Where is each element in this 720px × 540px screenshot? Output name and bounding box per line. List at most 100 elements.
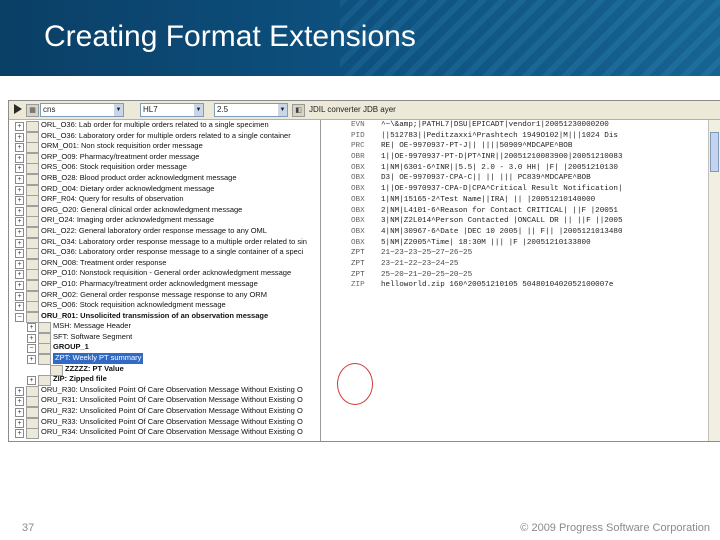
namespace-value: cns bbox=[43, 105, 56, 114]
tree-row-label: ORS_O06: Stock requisition order message bbox=[41, 162, 187, 172]
chevron-down-icon: ▼ bbox=[194, 104, 203, 116]
tree-row[interactable]: ZZZZZ: PT Value bbox=[9, 364, 320, 376]
tree-row-label: ORL_O34: Laboratory order response messa… bbox=[41, 236, 307, 246]
tree-row[interactable]: + ORL_O36: Laboratory order response mess… bbox=[9, 247, 320, 260]
tree-row[interactable]: − ORU_R01: Unsolicited transmission of an… bbox=[9, 311, 320, 323]
tree-row-label: ORG_O20: General clinical order acknowle… bbox=[41, 204, 243, 214]
tree-row-label: ORU_R32: Unsolicited Point Of Care Obser… bbox=[41, 406, 303, 416]
tree-row[interactable]: + ORU_R33: Unsolicited Point Of Care Obse… bbox=[9, 417, 320, 429]
format-select[interactable]: HL7 ▼ bbox=[140, 103, 204, 117]
tree-row-label: ORD_O04: Dietary order acknowledgment me… bbox=[41, 183, 215, 193]
hl7-segment-row: EVN ^~\&amp;|PATHL7|DSU|EPICADT|vendor1|2… bbox=[321, 120, 709, 131]
tree-row[interactable]: + ORP_O10: Pharmacy/treatment order ackno… bbox=[9, 278, 320, 291]
hl7-segment-row: ZPT 25~20~21~20~25~20~25 bbox=[321, 270, 709, 281]
tree-row[interactable]: + ORB_O28: Blood product order acknowledg… bbox=[9, 172, 320, 185]
tree-row-label: SFT: Software Segment bbox=[53, 331, 133, 341]
tree-row[interactable]: + ORU_R34: Unsolicited Point Of Care Obse… bbox=[9, 427, 320, 440]
tree-row[interactable]: + SFT: Software Segment bbox=[9, 331, 320, 344]
tree-row[interactable]: + ZIP: Zipped file bbox=[9, 374, 320, 387]
tree-row-label: ORP_O09: Pharmacy/treatment order messag… bbox=[41, 151, 200, 161]
segment-id: OBR bbox=[351, 153, 365, 162]
tree-row-label: ORU_R30: Unsolicited Point Of Care Obser… bbox=[41, 384, 303, 394]
tree-row[interactable]: + ORS_O06: Stock requisition acknowledgme… bbox=[9, 300, 320, 313]
tree-row[interactable]: + ORF_R04: Query for results of observati… bbox=[9, 194, 320, 207]
segment-id: ZIP bbox=[351, 281, 365, 290]
tree-row-label: ORI_O24: Imaging order acknowledgment me… bbox=[41, 215, 215, 225]
tree-row[interactable]: + ORR_O02: General order response message… bbox=[9, 290, 320, 302]
vertical-scrollbar[interactable] bbox=[708, 120, 720, 441]
tree-row[interactable]: − GROUP_1 bbox=[9, 342, 320, 355]
play-icon[interactable] bbox=[14, 104, 22, 114]
folder-icon[interactable]: ▦ bbox=[26, 104, 39, 117]
segment-content: 21~23~23~25~27~26~25 bbox=[381, 249, 473, 258]
version-select[interactable]: 2.5 ▼ bbox=[214, 103, 288, 117]
segment-id: OBX bbox=[351, 206, 365, 215]
tree-row[interactable]: + ORU_R30: Unsolicited Point Of Care Obse… bbox=[9, 384, 320, 397]
segment-content: ^~\&amp;|PATHL7|DSU|EPICADT|vendor1|2005… bbox=[381, 121, 609, 129]
segment-id: PID bbox=[351, 131, 365, 140]
chevron-down-icon: ▼ bbox=[114, 104, 123, 116]
title-banner: Creating Format Extensions bbox=[0, 0, 720, 76]
hl7-segment-row: PRC RE| OE-9970937-PT-J|| ||||50909^MDCAP… bbox=[321, 141, 709, 152]
tree-row[interactable]: + ORI_O24: Imaging order acknowledgment m… bbox=[9, 215, 320, 228]
tree-row[interactable]: + ORD_O04: Dietary order acknowledgment m… bbox=[9, 183, 320, 196]
tree-row-label: ORS_O06: Stock requisition acknowledgmen… bbox=[41, 300, 226, 310]
chevron-down-icon: ▼ bbox=[278, 104, 287, 116]
segment-content: 23~21~22~23~24~25 bbox=[381, 259, 459, 268]
tree-row-label: ORU_R34: Unsolicited Point Of Care Obser… bbox=[41, 427, 303, 437]
tree-row[interactable]: + ZPT: Weekly PT summary bbox=[9, 353, 320, 366]
tree-row[interactable]: + MSH: Message Header bbox=[9, 321, 320, 334]
hl7-segment-row: OBR 1||OE-9970937-PT-D|PT^INR||2005121008… bbox=[321, 152, 709, 163]
tree-row[interactable]: + ORL_O36: Laboratory order for multiple … bbox=[9, 130, 320, 143]
highlight-circle bbox=[337, 363, 373, 405]
segment-content: 2|NM|L4101-6^Reason for Contact CRITICAL… bbox=[381, 206, 618, 215]
segment-id: OBX bbox=[351, 163, 365, 172]
toolbar: ▦ cns ▼ HL7 ▼ 2.5 ▼ ◧ JDIL converter JDB ay… bbox=[9, 101, 720, 120]
hl7-segment-row: OBX 1|NM|15165-2^Test Name||IRA| || |2005… bbox=[321, 195, 709, 206]
hl7-segment-row: OBX 3|NM|Z2L014^Person Contacted |ONCALL … bbox=[321, 216, 709, 227]
tree-row-label: ORB_O28: Blood product order acknowledgm… bbox=[41, 172, 237, 182]
tree-row[interactable]: + ORG_O20: General clinical order acknowl… bbox=[9, 204, 320, 217]
namespace-select[interactable]: cns ▼ bbox=[40, 103, 124, 117]
segment-content: helloworld.zip 160^20051210105 504801040… bbox=[381, 281, 614, 290]
hl7-segment-row: OBX 2|NM|L4101-6^Reason for Contact CRITI… bbox=[321, 206, 709, 217]
segment-content: 1|NM|6301-6^INR||5.5| 2.0 - 3.0 HH| |F| … bbox=[381, 163, 618, 172]
message-tree: + ORL_O36: Lab order for multiple orders … bbox=[9, 120, 321, 441]
segment-id: ZPT bbox=[351, 249, 365, 258]
tree-row[interactable]: + ORL_O36: Lab order for multiple orders … bbox=[9, 120, 320, 132]
tree-row-label: ORN_O08: Treatment order response bbox=[41, 257, 167, 267]
tree-row[interactable]: + ORS_O06: Stock requisition order messag… bbox=[9, 162, 320, 175]
tree-row[interactable]: + ORM_O01: Non stock requisition order me… bbox=[9, 141, 320, 154]
hl7-segment-row: OBX 4|NM|30967-6^Date |DEC 10 2005| || F|… bbox=[321, 227, 709, 238]
tree-row[interactable]: + ORP_O09: Pharmacy/treatment order messa… bbox=[9, 151, 320, 164]
tree-row-label: MSH: Message Header bbox=[53, 321, 131, 331]
tree-row[interactable]: + ORN_O08: Treatment order response bbox=[9, 257, 320, 270]
hl7-message-view: EVN ^~\&amp;|PATHL7|DSU|EPICADT|vendor1|2… bbox=[321, 120, 709, 441]
scrollbar-thumb[interactable] bbox=[710, 132, 719, 172]
segment-content: 5|NM|Z2005^Time| 18:30M ||| |F |20051210… bbox=[381, 238, 591, 247]
settings-icon[interactable]: ◧ bbox=[292, 104, 305, 117]
hl7-segment-row: OBX 5|NM|Z2005^Time| 18:30M ||| |F |20051… bbox=[321, 238, 709, 249]
tree-row-label: ORL_O22: General laboratory order respon… bbox=[41, 225, 267, 235]
segment-content: 1||OE-9970937-PT-D|PT^INR||2005121008390… bbox=[381, 153, 623, 162]
tree-row-label: GROUP_1 bbox=[53, 342, 89, 352]
tree-row-label: ORP_O10: Pharmacy/treatment order acknow… bbox=[41, 278, 258, 288]
tree-row[interactable]: + ORP_O10: Nonstock requisition - General… bbox=[9, 268, 320, 281]
converter-label: JDIL converter JDB ayer bbox=[309, 105, 396, 114]
tree-row[interactable]: + ORU_R31: Unsolicited Point Of Care Obse… bbox=[9, 395, 320, 408]
tree-row[interactable]: + ORL_O34: Laboratory order response mess… bbox=[9, 236, 320, 249]
segment-id: OBX bbox=[351, 227, 365, 236]
tree-row[interactable]: + ORL_O22: General laboratory order respo… bbox=[9, 225, 320, 238]
tree-row[interactable]: + ORU_R32: Unsolicited Point Of Care Obse… bbox=[9, 406, 320, 419]
tree-row-label: ZIP: Zipped file bbox=[53, 374, 107, 384]
tree-row-label: ORL_O36: Laboratory order for multiple o… bbox=[41, 130, 291, 140]
segment-id: OBX bbox=[351, 238, 365, 247]
hl7-segment-row: OBX 1||OE-9970937-CPA-D|CPA^Critical Resu… bbox=[321, 184, 709, 195]
expand-icon[interactable]: + bbox=[15, 429, 24, 439]
segment-id: EVN bbox=[351, 121, 365, 129]
segment-content: ||512783||Peditzaxxi^Prashtech 1949O102|… bbox=[381, 131, 618, 140]
tree-row-label: ORL_O36: Laboratory order response messa… bbox=[41, 247, 304, 257]
version-value: 2.5 bbox=[217, 105, 229, 114]
segment-id: ZPT bbox=[351, 259, 365, 268]
segment-content: 4|NM|30967-6^Date |DEC 10 2005| || F|| |… bbox=[381, 227, 623, 236]
